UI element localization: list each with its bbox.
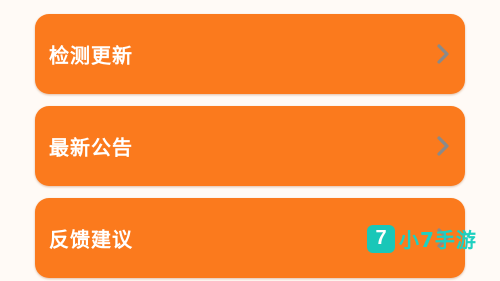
menu-item-check-update[interactable]: 检测更新 <box>35 14 465 94</box>
watermark-logo-icon: 7 <box>367 224 395 253</box>
watermark-brand-text: 小7手游 <box>399 228 477 252</box>
menu-item-label: 最新公告 <box>49 135 133 160</box>
menu-item-label: 检测更新 <box>49 43 133 68</box>
settings-screen: 检测更新 最新公告 反馈建议 7 小7手游 <box>0 0 500 281</box>
menu-item-label: 反馈建议 <box>49 227 133 252</box>
chevron-right-icon <box>435 42 451 66</box>
menu-item-announcements[interactable]: 最新公告 <box>35 106 465 186</box>
chevron-right-icon <box>435 134 451 158</box>
watermark: 7 小7手游 <box>367 224 477 253</box>
